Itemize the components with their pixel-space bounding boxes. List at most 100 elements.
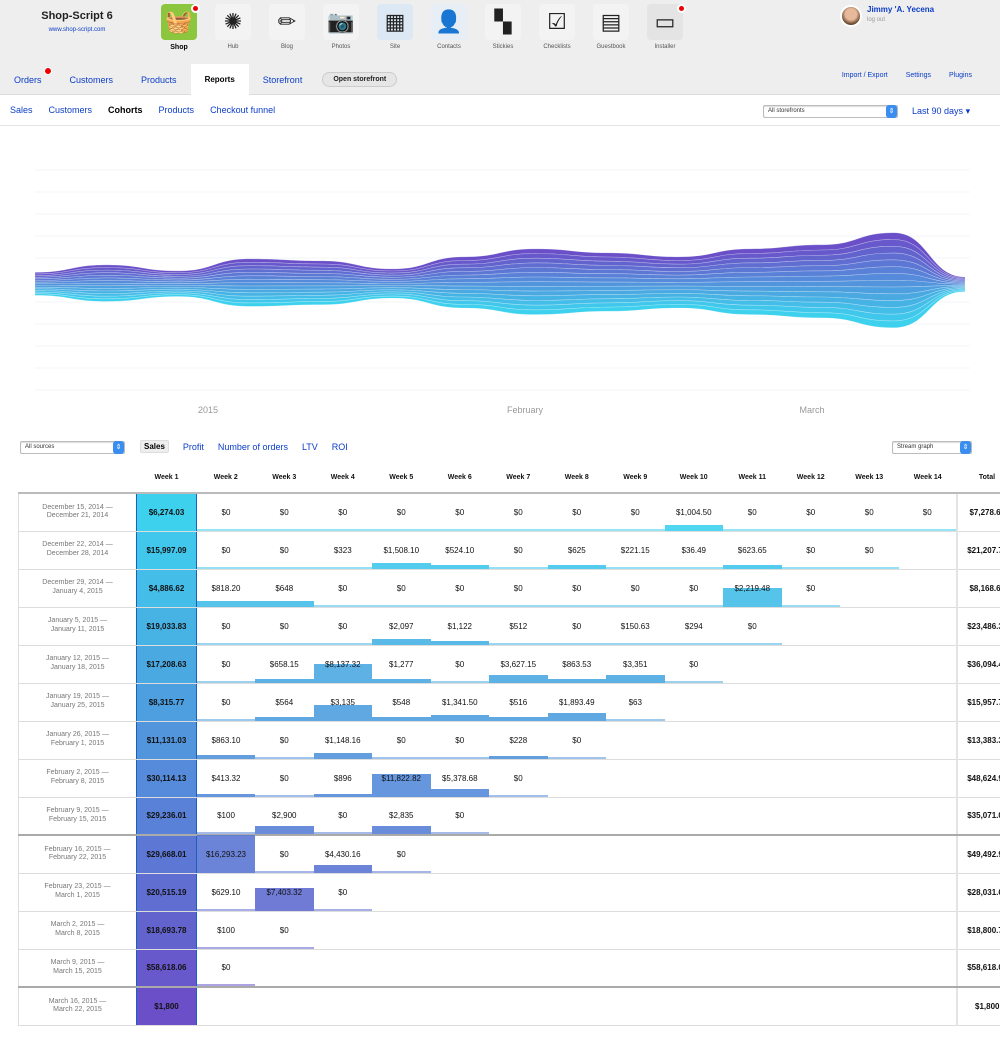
- cohort-cell[interactable]: [606, 835, 665, 874]
- cohort-cell[interactable]: [840, 911, 899, 950]
- cohort-cell[interactable]: $2,219.48: [723, 569, 782, 608]
- cohort-cell[interactable]: $0: [313, 493, 372, 532]
- app-blog[interactable]: ✏ Blog: [260, 4, 314, 51]
- brand-url[interactable]: www.shop-script.com: [32, 27, 122, 33]
- cohort-cell[interactable]: [664, 987, 723, 1026]
- cohort-cell[interactable]: $5,378.68: [430, 759, 489, 798]
- cohort-cell[interactable]: $0: [372, 721, 431, 760]
- cohort-cell[interactable]: $0: [489, 759, 548, 798]
- cohort-cell[interactable]: $228: [489, 721, 548, 760]
- cohort-cell[interactable]: $512: [489, 607, 548, 646]
- app-stickies[interactable]: ▚ Stickies: [476, 4, 530, 51]
- app-site[interactable]: ▦ Site: [368, 4, 422, 51]
- cohort-cell[interactable]: $1,893.49: [547, 683, 606, 722]
- cohort-cell[interactable]: $0: [489, 531, 548, 570]
- cohort-cell[interactable]: [606, 949, 665, 988]
- cohort-cell[interactable]: $0: [255, 835, 314, 874]
- cohort-cell[interactable]: $1,341.50: [430, 683, 489, 722]
- cohort-cell[interactable]: $0: [781, 531, 840, 570]
- app-photos[interactable]: 📷 Photos: [314, 4, 368, 51]
- cohort-cell[interactable]: $17,208.63: [136, 645, 197, 684]
- cohort-cell[interactable]: [723, 873, 782, 912]
- cohort-cell[interactable]: [489, 835, 548, 874]
- cohort-cell[interactable]: [372, 987, 431, 1026]
- avatar[interactable]: [840, 5, 862, 27]
- chart-type-select[interactable]: Stream graph ⇕: [892, 441, 972, 454]
- user-name[interactable]: Jimmy 'A. Yecena: [867, 5, 934, 14]
- cohort-cell[interactable]: [489, 873, 548, 912]
- cohort-cell[interactable]: $0: [840, 531, 899, 570]
- cohort-cell[interactable]: [898, 949, 957, 988]
- cohort-cell[interactable]: $863.53: [547, 645, 606, 684]
- subnav-products[interactable]: Products: [159, 105, 195, 115]
- cohort-cell[interactable]: [898, 607, 957, 646]
- cohort-cell[interactable]: [781, 607, 840, 646]
- cohort-cell[interactable]: $15,997.09: [136, 531, 197, 570]
- cohort-cell[interactable]: [898, 987, 957, 1026]
- cohort-cell[interactable]: $623.65: [723, 531, 782, 570]
- cohort-cell[interactable]: $1,004.50: [664, 493, 723, 532]
- cohort-cell[interactable]: $0: [430, 721, 489, 760]
- cohort-cell[interactable]: [898, 835, 957, 874]
- cohort-cell[interactable]: [898, 645, 957, 684]
- cohort-cell[interactable]: [430, 835, 489, 874]
- cohort-cell[interactable]: [606, 759, 665, 798]
- subnav-checkout-funnel[interactable]: Checkout funnel: [210, 105, 275, 115]
- cohort-cell[interactable]: $0: [489, 569, 548, 608]
- cohort-cell[interactable]: $0: [547, 721, 606, 760]
- cohort-cell[interactable]: $11,131.03: [136, 721, 197, 760]
- cohort-cell[interactable]: $0: [313, 607, 372, 646]
- subnav-cohorts[interactable]: Cohorts: [108, 105, 143, 115]
- tab-products[interactable]: Products: [127, 64, 191, 95]
- cohort-cell[interactable]: $629.10: [196, 873, 255, 912]
- cohort-cell[interactable]: [840, 835, 899, 874]
- app-installer[interactable]: ▭ Installer: [638, 4, 692, 51]
- cohort-cell[interactable]: [723, 949, 782, 988]
- cohort-cell[interactable]: $1,508.10: [372, 531, 431, 570]
- cohort-cell[interactable]: [547, 797, 606, 836]
- cohort-cell[interactable]: $0: [196, 493, 255, 532]
- open-storefront-button[interactable]: Open storefront: [322, 72, 398, 87]
- cohort-cell[interactable]: $0: [372, 569, 431, 608]
- cohort-cell[interactable]: $2,835: [372, 797, 431, 836]
- cohort-cell[interactable]: $36.49: [664, 531, 723, 570]
- cohort-cell[interactable]: [313, 987, 372, 1026]
- cohort-cell[interactable]: [898, 531, 957, 570]
- cohort-cell[interactable]: $0: [430, 493, 489, 532]
- cohort-cell[interactable]: $516: [489, 683, 548, 722]
- cohort-cell[interactable]: [547, 873, 606, 912]
- cohort-cell[interactable]: [547, 949, 606, 988]
- cohort-cell[interactable]: [840, 607, 899, 646]
- cohort-cell[interactable]: $16,293.23: [196, 834, 255, 874]
- cohort-cell[interactable]: $648: [255, 569, 314, 608]
- cohort-cell[interactable]: $0: [313, 873, 372, 912]
- cohort-cell[interactable]: $0: [898, 493, 957, 532]
- cohort-cell[interactable]: [723, 911, 782, 950]
- cohort-cell[interactable]: $29,236.01: [136, 797, 197, 836]
- cohort-cell[interactable]: [723, 721, 782, 760]
- brand[interactable]: Shop-Script 6 www.shop-script.com: [32, 10, 122, 33]
- cohort-cell[interactable]: $150.63: [606, 607, 665, 646]
- cohort-cell[interactable]: $0: [606, 493, 665, 532]
- cohort-cell[interactable]: $658.15: [255, 645, 314, 684]
- cohort-cell[interactable]: $0: [430, 645, 489, 684]
- cohort-cell[interactable]: $221.15: [606, 531, 665, 570]
- tab-reports[interactable]: Reports: [190, 64, 249, 95]
- tab-customers[interactable]: Customers: [56, 64, 128, 95]
- cohort-cell[interactable]: $0: [255, 493, 314, 532]
- cohort-cell[interactable]: $8,315.77: [136, 683, 197, 722]
- cohort-cell[interactable]: $0: [196, 607, 255, 646]
- user-menu[interactable]: Jimmy 'A. Yecena log out: [840, 5, 934, 27]
- cohort-cell[interactable]: [606, 873, 665, 912]
- logout-link[interactable]: log out: [867, 17, 934, 23]
- cohort-cell[interactable]: $4,430.16: [313, 835, 372, 874]
- app-guestbook[interactable]: ▤ Guestbook: [584, 4, 638, 51]
- cohort-cell[interactable]: [547, 759, 606, 798]
- cohort-cell[interactable]: [430, 873, 489, 912]
- cohort-cell[interactable]: [840, 683, 899, 722]
- cohort-cell[interactable]: $0: [255, 721, 314, 760]
- cohort-cell[interactable]: [898, 759, 957, 798]
- cohort-cell[interactable]: $0: [430, 569, 489, 608]
- cohort-cell[interactable]: [547, 987, 606, 1026]
- cohort-cell[interactable]: [723, 835, 782, 874]
